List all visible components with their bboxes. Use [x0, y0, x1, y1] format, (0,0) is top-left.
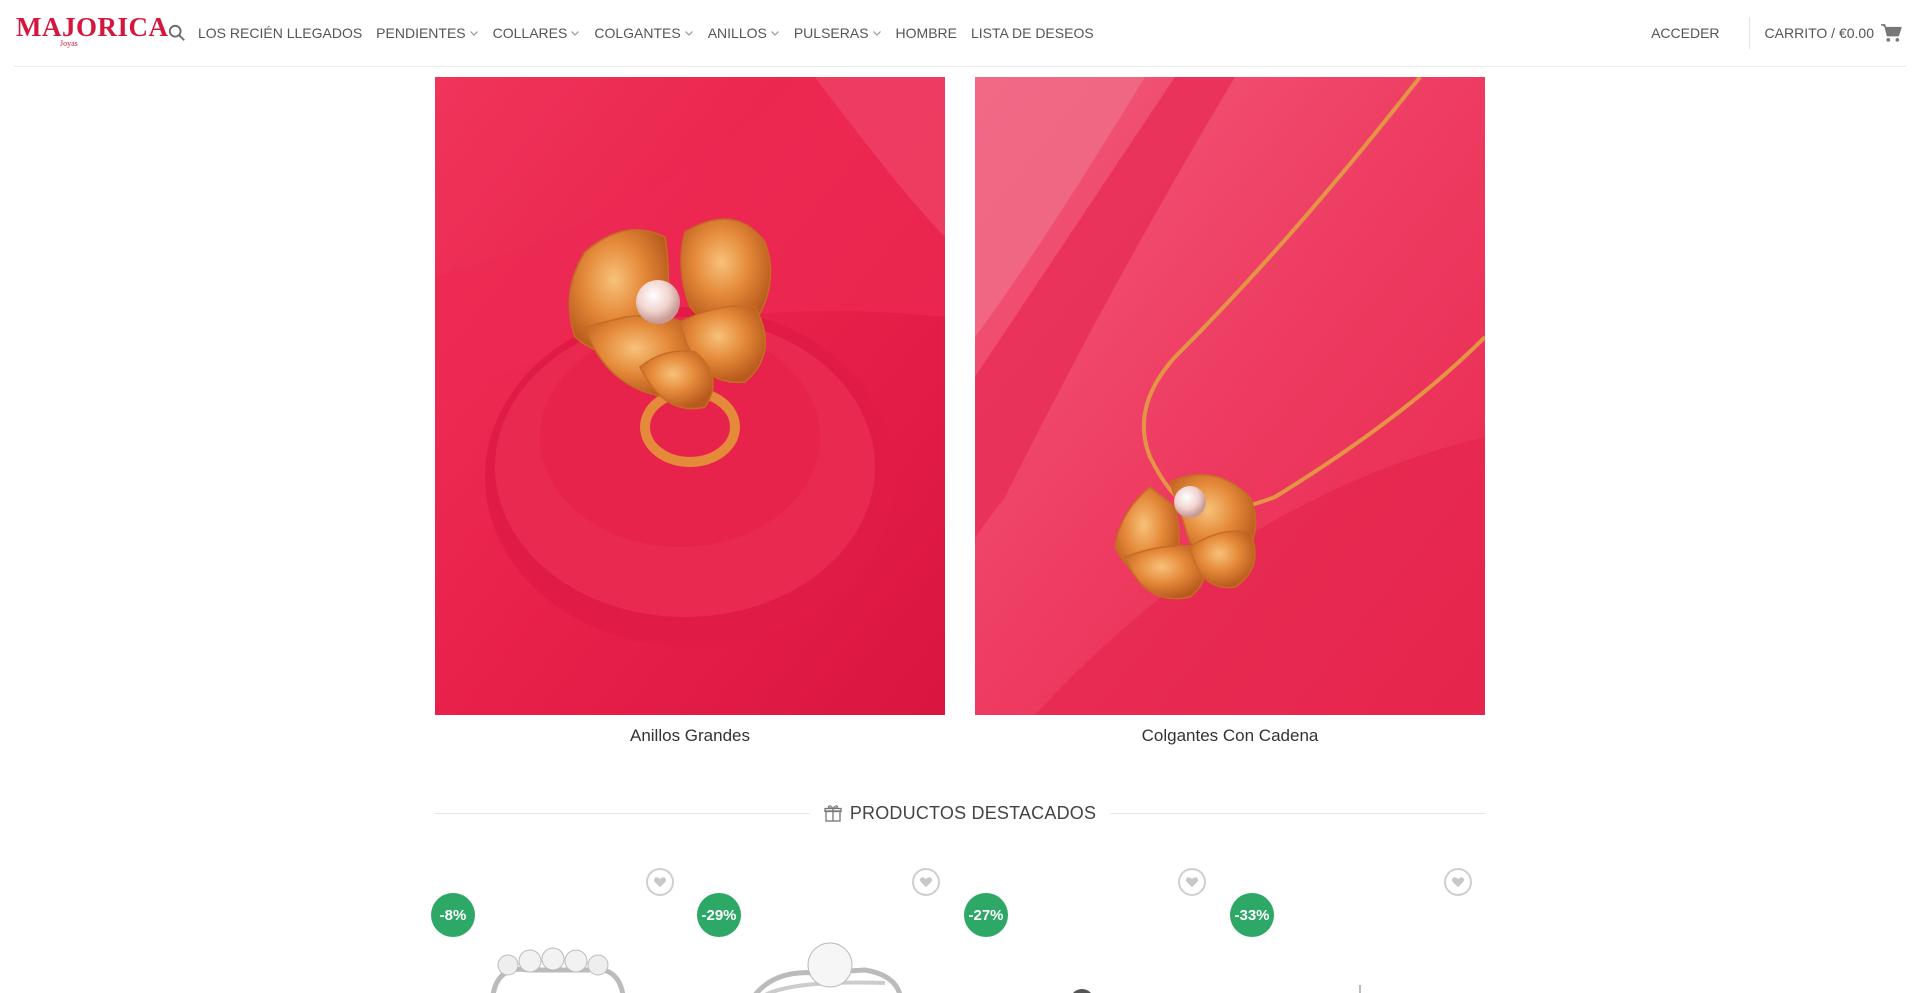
heart-icon: [653, 877, 667, 888]
search-icon[interactable]: [168, 24, 186, 42]
pendant-image[interactable]: [962, 935, 1217, 993]
chevron-down-icon: [571, 31, 580, 36]
nav-item-men[interactable]: HOMBRE: [896, 25, 957, 41]
chevron-down-icon: [770, 31, 779, 36]
heading-line-left: [435, 812, 810, 814]
nav-item-new-arrivals[interactable]: LOS RECIÉN LLEGADOS: [198, 25, 362, 41]
nav-label: ANILLOS: [707, 25, 767, 41]
chevron-down-icon: [684, 31, 693, 36]
brand-logo[interactable]: MAJORICA: [16, 14, 169, 41]
category-caption-pendants-with-chain[interactable]: Colgantes Con Cadena: [975, 726, 1485, 746]
nav-label: LISTA DE DESEOS: [971, 25, 1094, 41]
header-divider: [1748, 17, 1750, 49]
account-nav: ACCEDER CARRITO / €0.00: [1651, 0, 1902, 66]
nav-label: COLGANTES: [594, 25, 681, 41]
discount-badge: -33%: [1230, 893, 1274, 937]
main-nav: LOS RECIÉN LLEGADOS PENDIENTES COLLARES …: [198, 0, 1108, 66]
featured-products-heading: PRODUCTOS DESTACADOS: [435, 800, 1485, 826]
earring-image[interactable]: [1230, 935, 1485, 993]
shopping-cart-icon: [1881, 24, 1902, 42]
chevron-down-icon: [469, 31, 478, 36]
nav-label: HOMBRE: [895, 25, 957, 41]
wishlist-button[interactable]: [912, 868, 940, 896]
gift-icon: [824, 805, 842, 822]
heart-icon: [1451, 877, 1465, 888]
heart-icon: [919, 877, 933, 888]
login-link[interactable]: ACCEDER: [1651, 25, 1719, 41]
nav-label: COLLARES: [492, 25, 568, 41]
category-tile-pendants-with-chain[interactable]: [975, 77, 1485, 715]
wishlist-button[interactable]: [646, 868, 674, 896]
product-card[interactable]: -8%: [428, 860, 683, 993]
discount-badge: -27%: [964, 893, 1008, 937]
chevron-down-icon: [872, 31, 881, 36]
pendant-product-image: [975, 77, 1485, 715]
discount-badge: -29%: [697, 893, 741, 937]
nav-item-wishlist[interactable]: LISTA DE DESEOS: [971, 25, 1094, 41]
pearl-ring-image[interactable]: [428, 935, 683, 993]
heading-line-right: [1110, 812, 1485, 814]
heart-icon: [1185, 877, 1199, 888]
brand-logo-subtitle: Joyas: [60, 39, 78, 48]
header-bottom-border: [14, 66, 1906, 67]
nav-item-bracelets[interactable]: PULSERAS: [794, 25, 882, 41]
product-card[interactable]: -27%: [962, 860, 1217, 993]
heading-content: PRODUCTOS DESTACADOS: [810, 803, 1110, 824]
cart-link[interactable]: CARRITO / €0.00: [1765, 23, 1902, 43]
featured-products-title: PRODUCTOS DESTACADOS: [849, 802, 1097, 823]
pearl-ring-image[interactable]: [695, 935, 950, 993]
site-header: MAJORICA Joyas LOS RECIÉN LLEGADOS PENDI…: [0, 0, 1920, 66]
nav-item-pendants[interactable]: COLGANTES: [594, 25, 693, 41]
product-card[interactable]: -33%: [1230, 860, 1485, 993]
ring-product-image: [435, 77, 945, 715]
cart-label: CARRITO / €0.00: [1764, 25, 1874, 41]
nav-label: PULSERAS: [793, 25, 869, 41]
nav-item-rings[interactable]: ANILLOS: [708, 25, 780, 41]
wishlist-button[interactable]: [1178, 868, 1206, 896]
nav-item-earrings[interactable]: PENDIENTES: [376, 25, 478, 41]
category-tile-large-rings[interactable]: [435, 77, 945, 715]
nav-label: LOS RECIÉN LLEGADOS: [198, 25, 363, 41]
discount-badge: -8%: [431, 893, 475, 937]
product-card[interactable]: -29%: [695, 860, 950, 993]
nav-label: PENDIENTES: [376, 25, 466, 41]
category-caption-large-rings[interactable]: Anillos Grandes: [435, 726, 945, 746]
wishlist-button[interactable]: [1444, 868, 1472, 896]
nav-item-necklaces[interactable]: COLLARES: [493, 25, 581, 41]
